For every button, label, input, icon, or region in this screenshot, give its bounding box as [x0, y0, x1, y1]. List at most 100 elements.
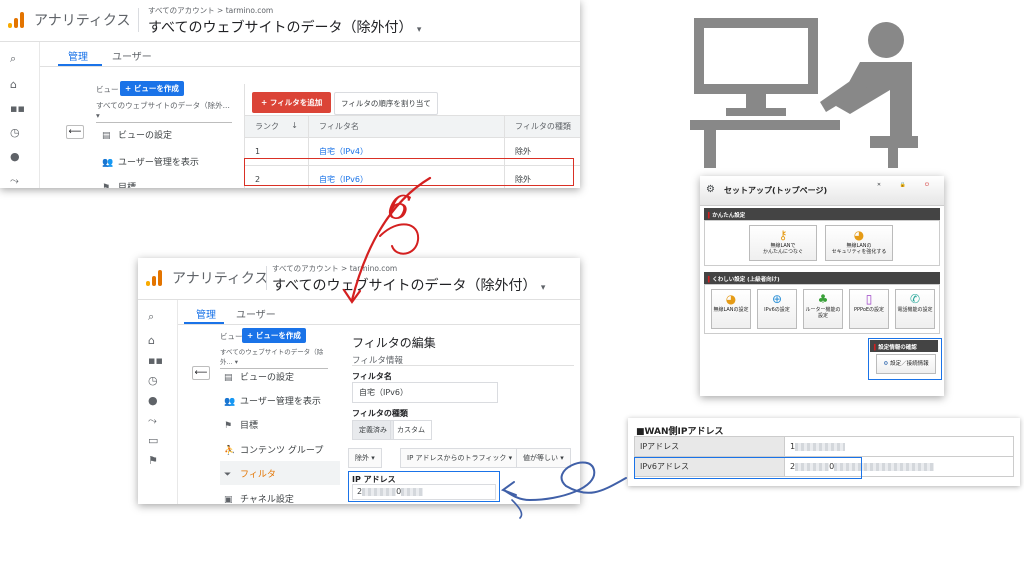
app-title: アナリティクス	[34, 13, 131, 29]
menu-label: ユーザー管理を表示	[240, 397, 321, 407]
phone-icon: ✆	[909, 292, 921, 306]
tab-custom[interactable]: カスタム	[390, 420, 432, 440]
source-dropdown[interactable]: IP アドレスからのトラフィック ▾	[400, 448, 520, 468]
tab-admin[interactable]: 管理	[68, 48, 88, 63]
account-breadcrumb[interactable]: すべてのアカウント > tarmino.com	[272, 263, 397, 274]
display-icon[interactable]: ▭	[148, 434, 158, 447]
file-icon: ▤	[102, 131, 111, 141]
exclude-dropdown[interactable]: 除外 ▾	[348, 448, 382, 468]
menu-filters[interactable]: ⏷ フィルタ	[224, 467, 276, 480]
expression-dropdown[interactable]: 値が等しい ▾	[516, 448, 571, 468]
power-icon[interactable]: ⏻	[918, 182, 936, 188]
person-at-computer-illustration	[690, 18, 918, 168]
ga-filter-edit-screenshot: アナリティクス すべてのアカウント > tarmino.com すべてのウェブサ…	[138, 258, 580, 504]
tab-user[interactable]: ユーザー	[236, 306, 276, 321]
menu-user-management[interactable]: 👥 ユーザー管理を表示	[224, 394, 321, 407]
menu-content-groups[interactable]: ⛹ コンテンツ グループ	[224, 443, 323, 456]
ipv6-settings-button[interactable]: ⊕ IPv6の設定	[757, 289, 797, 329]
chevron-down-icon: ▾	[416, 25, 422, 35]
router-header: ⚙ セットアップ(トップページ) ✕ 🔒 ⏻	[700, 176, 944, 206]
button-label: 無線LANの設定	[713, 307, 749, 314]
view-selector-value: すべてのウェブサイトのデータ（除外...	[220, 348, 324, 366]
section-header-easy: ▍かんたん設定	[704, 208, 940, 220]
highlight-box	[244, 158, 574, 186]
annotation-number: 6	[384, 186, 414, 230]
column-header-rank[interactable]: ランク ↓	[244, 115, 309, 138]
tab-user[interactable]: ユーザー	[112, 48, 152, 63]
router-page-title: セットアップ(トップページ)	[724, 186, 828, 195]
monitor-base-shape	[726, 108, 786, 116]
back-arrow-icon[interactable]: ⟵	[192, 366, 210, 380]
create-view-button[interactable]: + ビューを作成	[120, 81, 184, 96]
menu-goals[interactable]: ⚑ 目標	[224, 418, 258, 431]
button-label: PPPoEの設定	[853, 307, 885, 314]
pppoe-settings-button[interactable]: ▯ PPPoEの設定	[849, 289, 889, 329]
reorder-filters-button[interactable]: フィルタの順序を割り当て	[334, 92, 438, 115]
dashboard-icon[interactable]: ▪▪	[148, 354, 163, 367]
users-icon: 👥	[224, 397, 236, 407]
flag-icon: ⚑	[102, 183, 111, 188]
column-header-name[interactable]: フィルタ名	[308, 115, 505, 138]
property-selector[interactable]: すべてのウェブサイトのデータ（除外付） ▾	[148, 17, 421, 37]
blurred-text	[795, 442, 846, 451]
section-divider	[352, 365, 574, 366]
home-icon[interactable]: ⌂	[148, 334, 155, 347]
clock-icon[interactable]: ◷	[148, 374, 158, 387]
create-view-button[interactable]: + ビューを作成	[242, 328, 306, 343]
chevron-down-icon: ▾	[540, 283, 546, 293]
tab-predefined[interactable]: 定義済み	[352, 420, 394, 440]
column-header-type[interactable]: フィルタの種類	[504, 115, 580, 138]
globe-icon: ⊕	[771, 292, 783, 306]
button-label: 電話機能の設定	[897, 307, 933, 314]
menu-label: 目標	[118, 183, 137, 188]
menu-user-management[interactable]: 👥 ユーザー管理を表示	[102, 155, 199, 168]
flag-icon[interactable]: ⚑	[148, 454, 158, 467]
dashboard-icon[interactable]: ▪▪	[10, 102, 25, 115]
tab-admin[interactable]: 管理	[196, 306, 216, 321]
property-selector[interactable]: すべてのウェブサイトのデータ（除外付） ▾	[272, 275, 545, 295]
home-icon[interactable]: ⌂	[10, 78, 17, 91]
add-filter-button[interactable]: + フィルタを追加	[252, 92, 332, 113]
channel-icon: ▣	[224, 495, 233, 504]
acquisition-icon[interactable]: ⤳	[148, 414, 157, 428]
search-icon[interactable]: ⌕	[10, 52, 16, 66]
person-icon[interactable]: ●	[148, 394, 158, 407]
desk-leg-shape	[704, 130, 716, 168]
easy-wifi-security-button[interactable]: ◕ 無線LANの セキュリティを強化する	[825, 225, 893, 261]
back-arrow-icon[interactable]: ⟵	[66, 125, 84, 139]
acquisition-icon[interactable]: ⤳	[10, 174, 19, 188]
router-function-button[interactable]: ♣ ルーター機能の 設定	[803, 289, 843, 329]
menu-channel-settings[interactable]: ▣ チャネル設定	[224, 492, 294, 504]
column-header-label: ランク	[255, 122, 279, 131]
menu-label: フィルタ	[240, 470, 276, 480]
highlight-box	[348, 471, 500, 502]
dropdown-value: 値が等しい	[523, 454, 558, 462]
account-breadcrumb[interactable]: すべてのアカウント > tarmino.com	[148, 5, 273, 16]
button-label: 無線LANで かんたんにつなぐ	[762, 243, 803, 256]
monitor-screen-shape	[704, 28, 808, 84]
wifi-settings-button[interactable]: ◕ 無線LANの設定	[711, 289, 751, 329]
menu-label: コンテンツ グループ	[240, 446, 324, 456]
menu-label: ユーザー管理を表示	[118, 158, 199, 168]
filter-type-label: フィルタの種類	[352, 409, 408, 418]
ipv4-key: IPアドレス	[634, 436, 785, 457]
easy-wifi-connect-button[interactable]: ⚷ 無線LANで かんたんにつなぐ	[749, 225, 817, 261]
person-icon[interactable]: ●	[10, 150, 20, 163]
view-selector[interactable]: すべてのウェブサイトのデータ（除外... ▾	[220, 346, 328, 369]
menu-label: ビューの設定	[240, 373, 295, 383]
menu-view-settings[interactable]: ▤ ビューの設定	[102, 128, 172, 141]
tools-icon[interactable]: ✕	[870, 182, 888, 188]
view-selector[interactable]: すべてのウェブサイトのデータ（除外... ▾	[96, 100, 232, 123]
torso-shape	[836, 62, 912, 136]
phone-settings-button[interactable]: ✆ 電話機能の設定	[895, 289, 935, 329]
lock-icon[interactable]: 🔒	[894, 182, 912, 188]
search-icon[interactable]: ⌕	[148, 310, 154, 324]
menu-view-settings[interactable]: ▤ ビューの設定	[224, 370, 294, 383]
button-label: 無線LANの セキュリティを強化する	[831, 243, 887, 256]
clock-icon[interactable]: ◷	[10, 126, 20, 139]
view-selector-value: すべてのウェブサイトのデータ（除外...	[96, 101, 230, 110]
button-label: IPv6の設定	[764, 307, 790, 314]
analytics-logo-icon	[146, 268, 164, 286]
menu-goals[interactable]: ⚑ 目標	[102, 180, 136, 188]
filter-name-input[interactable]: 自宅（IPv6）	[352, 382, 498, 403]
